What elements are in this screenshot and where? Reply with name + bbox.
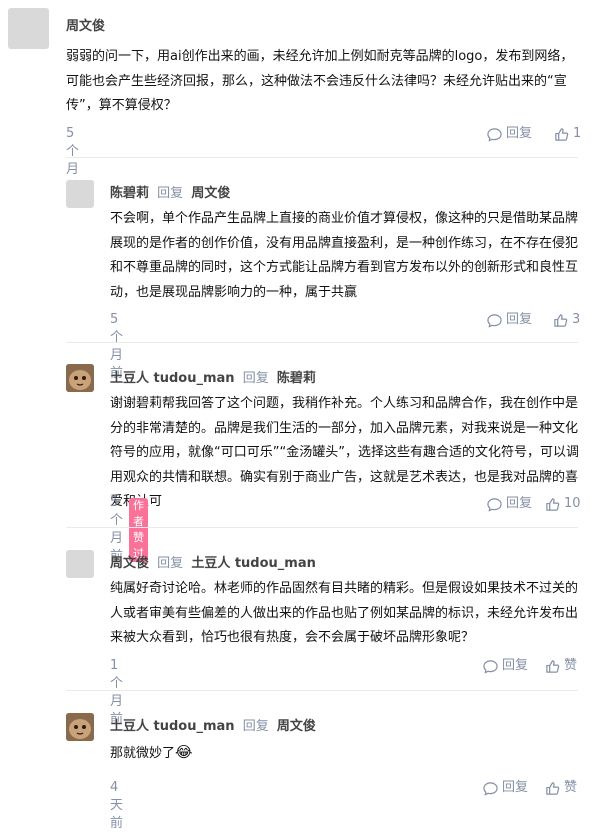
avatar[interactable]	[66, 550, 94, 578]
thumbs-up-icon	[546, 659, 560, 673]
avatar[interactable]	[66, 364, 94, 392]
reply-target[interactable]: 陈碧莉	[277, 371, 316, 386]
like-label: 赞	[564, 780, 578, 795]
reply-button[interactable]: 回复	[487, 495, 532, 513]
reply-label: 回复	[506, 312, 533, 327]
comment-author[interactable]: 土豆人 tudou_man	[110, 719, 235, 734]
reply-button[interactable]: 回复	[483, 657, 528, 675]
reply-icon	[483, 659, 498, 674]
potato-avatar-icon	[66, 713, 94, 741]
reply-target[interactable]: 周文俊	[191, 186, 230, 201]
thumbs-up-icon	[554, 313, 568, 327]
reply-label: 回复	[506, 496, 533, 511]
laughing-emoji-icon: 😂	[175, 743, 193, 761]
like-button[interactable]: 10	[545, 495, 581, 513]
comment-text-content: 那就微妙了	[110, 746, 176, 761]
comment-author[interactable]: 陈碧莉	[110, 186, 149, 201]
reply-icon	[487, 127, 502, 142]
reply-icon	[487, 313, 502, 328]
reply-icon	[483, 781, 498, 796]
reply-label: 回复	[502, 780, 529, 795]
reply-word: 回复	[242, 371, 269, 386]
avatar[interactable]	[8, 8, 49, 49]
divider	[66, 690, 578, 691]
divider	[66, 527, 578, 528]
reply-target[interactable]: 土豆人 tudou_man	[191, 556, 316, 571]
comment-text: 那就微妙了😂	[110, 740, 580, 767]
like-label: 赞	[564, 658, 578, 673]
comment-author[interactable]: 周文俊	[66, 19, 105, 34]
reply-icon	[487, 497, 502, 512]
like-button[interactable]: 3	[553, 311, 580, 329]
divider	[66, 157, 578, 158]
reply-word: 回复	[242, 719, 269, 734]
thumbs-up-icon	[546, 497, 560, 511]
reply-button[interactable]: 回复	[487, 311, 532, 329]
comment-time: 4天前	[110, 780, 124, 831]
reply-word: 回复	[157, 556, 184, 571]
like-button[interactable]: 赞	[545, 657, 577, 675]
comment-text: 纯属好奇讨论哈。林老师的作品固然有目共睹的精彩。但是假设如果技术不过关的人或者审…	[110, 581, 579, 645]
reply-button[interactable]: 回复	[483, 779, 528, 797]
reply-button[interactable]: 回复	[487, 125, 532, 143]
like-button[interactable]: 赞	[545, 779, 577, 797]
like-count: 3	[572, 312, 581, 327]
comment-author[interactable]: 周文俊	[110, 556, 149, 571]
thumbs-up-icon	[546, 781, 560, 795]
divider	[66, 342, 578, 343]
like-button[interactable]: 1	[554, 125, 581, 143]
avatar[interactable]	[66, 180, 94, 208]
avatar[interactable]	[66, 713, 94, 741]
reply-label: 回复	[506, 126, 533, 141]
like-count: 1	[573, 126, 582, 141]
thumbs-up-icon	[555, 127, 569, 141]
author-liked-badge: 作者赞过	[129, 498, 148, 562]
comment-text: 不会啊，单个作品产生品牌上直接的商业价值才算侵权，像这种的只是借助某品牌展现的是…	[110, 211, 579, 300]
reply-word: 回复	[157, 186, 184, 201]
comment-text: 弱弱的问一下，用ai创作出来的画，未经允许加上例如耐克等品牌的logo，发布到网…	[66, 49, 574, 113]
like-count: 10	[564, 496, 581, 511]
reply-label: 回复	[502, 658, 529, 673]
comment-author[interactable]: 土豆人 tudou_man	[110, 371, 235, 386]
potato-avatar-icon	[66, 364, 94, 392]
reply-target[interactable]: 周文俊	[277, 719, 316, 734]
